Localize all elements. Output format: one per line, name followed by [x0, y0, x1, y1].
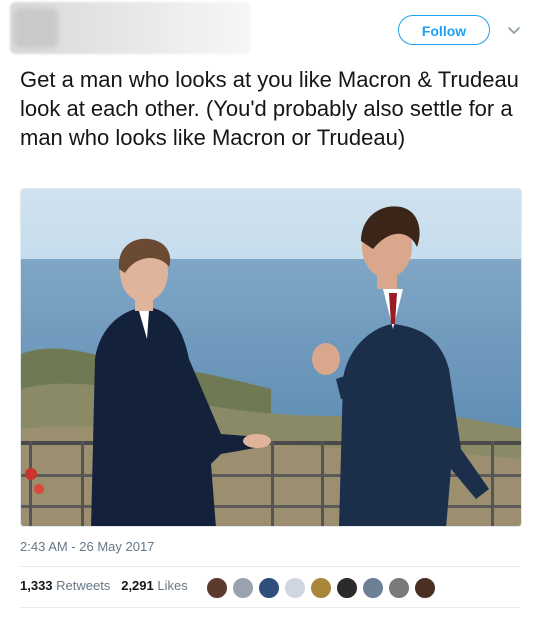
likes-stat[interactable]: 2,291 Likes [121, 578, 188, 593]
tweet-timestamp[interactable]: 2:43 AM - 26 May 2017 [20, 539, 154, 554]
likes-count: 2,291 [121, 578, 154, 593]
tweet-stats: 1,333 Retweets 2,291 Likes [20, 578, 188, 593]
avatar[interactable] [258, 577, 280, 599]
divider [20, 607, 520, 608]
avatar[interactable] [336, 577, 358, 599]
follow-button[interactable]: Follow [398, 15, 490, 45]
likes-label: Likes [157, 578, 188, 593]
chevron-down-icon[interactable] [506, 22, 522, 38]
tweet-text: Get a man who looks at you like Macron &… [20, 67, 519, 150]
avatar[interactable] [284, 577, 306, 599]
avatar[interactable] [362, 577, 384, 599]
retweets-count: 1,333 [20, 578, 53, 593]
avatar[interactable] [388, 577, 410, 599]
tweet-photo[interactable] [20, 188, 522, 527]
avatar[interactable] [232, 577, 254, 599]
tweet-header: Follow [0, 0, 543, 60]
retweets-stat[interactable]: 1,333 Retweets [20, 578, 110, 593]
blurred-avatar [14, 8, 58, 48]
photo-macron-trudeau [21, 189, 521, 526]
avatar[interactable] [206, 577, 228, 599]
avatar[interactable] [414, 577, 436, 599]
avatar[interactable] [310, 577, 332, 599]
retweets-label: Retweets [56, 578, 111, 593]
divider [20, 566, 520, 567]
